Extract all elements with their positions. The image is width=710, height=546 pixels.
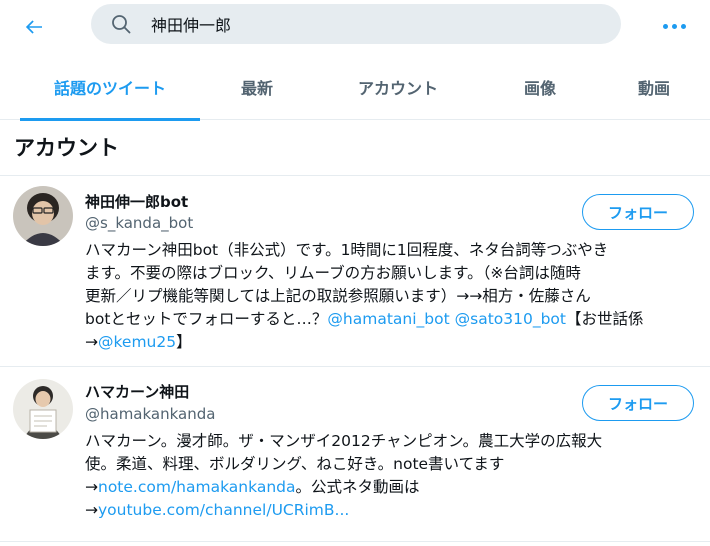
bio-line: →note.com/hamakankanda。公式ネタ動画は xyxy=(85,476,700,499)
bio-text: 】 xyxy=(176,333,192,351)
top-bar xyxy=(0,0,710,54)
bio-line: 使。柔道、料理、ボルダリング、ねこ好き。note書いてます xyxy=(85,455,505,473)
search-box[interactable] xyxy=(91,4,621,44)
mention-link[interactable]: @hamatani_bot xyxy=(327,310,449,328)
search-tabs: 話題のツイート 最新 アカウント 画像 動画 xyxy=(0,54,710,121)
avatar[interactable] xyxy=(13,186,73,246)
follow-button[interactable]: フォロー xyxy=(582,194,694,230)
avatar-photo-icon xyxy=(13,379,73,439)
bio-line: →youtube.com/channel/UCRimB... xyxy=(85,499,700,522)
more-dot-icon xyxy=(671,23,677,29)
bio-line: 更新／リプ機能等関しては上記の取説参照願います）→→相方・佐藤さん xyxy=(85,287,591,305)
more-dot-icon xyxy=(662,23,668,29)
account-name[interactable]: 神田伸一郎bot xyxy=(85,191,188,212)
section-title: アカウント xyxy=(14,136,119,160)
bio-text: → xyxy=(85,501,98,519)
external-link[interactable]: youtube.com/channel/UCRimB... xyxy=(98,501,349,519)
bio-line: →@kemu25】 xyxy=(85,331,700,354)
external-link[interactable]: note.com/hamakankanda xyxy=(98,478,295,496)
bio-line: botとセットでフォローすると…？@hamatani_bot @sato310_… xyxy=(85,308,700,331)
bio-line: ます。不要の際はブロック、リムーブの方お願いします。（※台詞は随時 xyxy=(85,264,581,282)
mention-link[interactable]: @sato310_bot xyxy=(455,310,566,328)
arrow-left-icon xyxy=(25,20,42,34)
bio-text: 。公式ネタ動画は xyxy=(295,478,420,496)
tab-images[interactable]: 画像 xyxy=(504,54,576,120)
more-dot-icon xyxy=(680,23,686,29)
tab-videos[interactable]: 動画 xyxy=(618,54,690,120)
bio-text: botとセットでフォローすると…？ xyxy=(85,310,328,328)
account-handle[interactable]: @s_kanda_bot xyxy=(85,214,193,232)
back-button[interactable] xyxy=(18,11,50,43)
account-card[interactable]: ハマカーン神田 @hamakankanda フォロー ハマカーン。漫才師。ザ・マ… xyxy=(0,367,710,542)
account-name[interactable]: ハマカーン神田 xyxy=(85,381,189,402)
account-card[interactable]: 神田伸一郎bot @s_kanda_bot フォロー ハマカーン神田bot（非公… xyxy=(0,176,710,366)
account-handle[interactable]: @hamakankanda xyxy=(85,405,215,423)
avatar-photo-icon xyxy=(13,186,73,246)
tab-latest[interactable]: 最新 xyxy=(216,54,298,120)
tab-top-tweets[interactable]: 話題のツイート xyxy=(20,54,200,121)
bio-text: → xyxy=(85,478,98,496)
follow-button[interactable]: フォロー xyxy=(582,385,694,421)
account-bio: ハマカーン。漫才師。ザ・マンザイ2012チャンピオン。農工大学の広報大 使。柔道… xyxy=(85,430,700,522)
bio-text: → xyxy=(85,333,98,351)
account-divider xyxy=(0,541,710,542)
more-options-button[interactable] xyxy=(656,10,692,42)
mention-link[interactable]: @kemu25 xyxy=(98,333,176,351)
search-input[interactable] xyxy=(151,4,591,44)
tab-accounts[interactable]: アカウント xyxy=(336,54,460,120)
search-icon xyxy=(112,15,131,34)
bio-line: ハマカーン神田bot（非公式）です。1時間に1回程度、ネタ台詞等つぶやき xyxy=(85,241,609,259)
bio-text: 【お世話係 xyxy=(566,310,644,328)
bio-line: ハマカーン。漫才師。ザ・マンザイ2012チャンピオン。農工大学の広報大 xyxy=(85,432,603,450)
avatar[interactable] xyxy=(13,379,73,439)
account-bio: ハマカーン神田bot（非公式）です。1時間に1回程度、ネタ台詞等つぶやき ます。… xyxy=(85,239,700,354)
